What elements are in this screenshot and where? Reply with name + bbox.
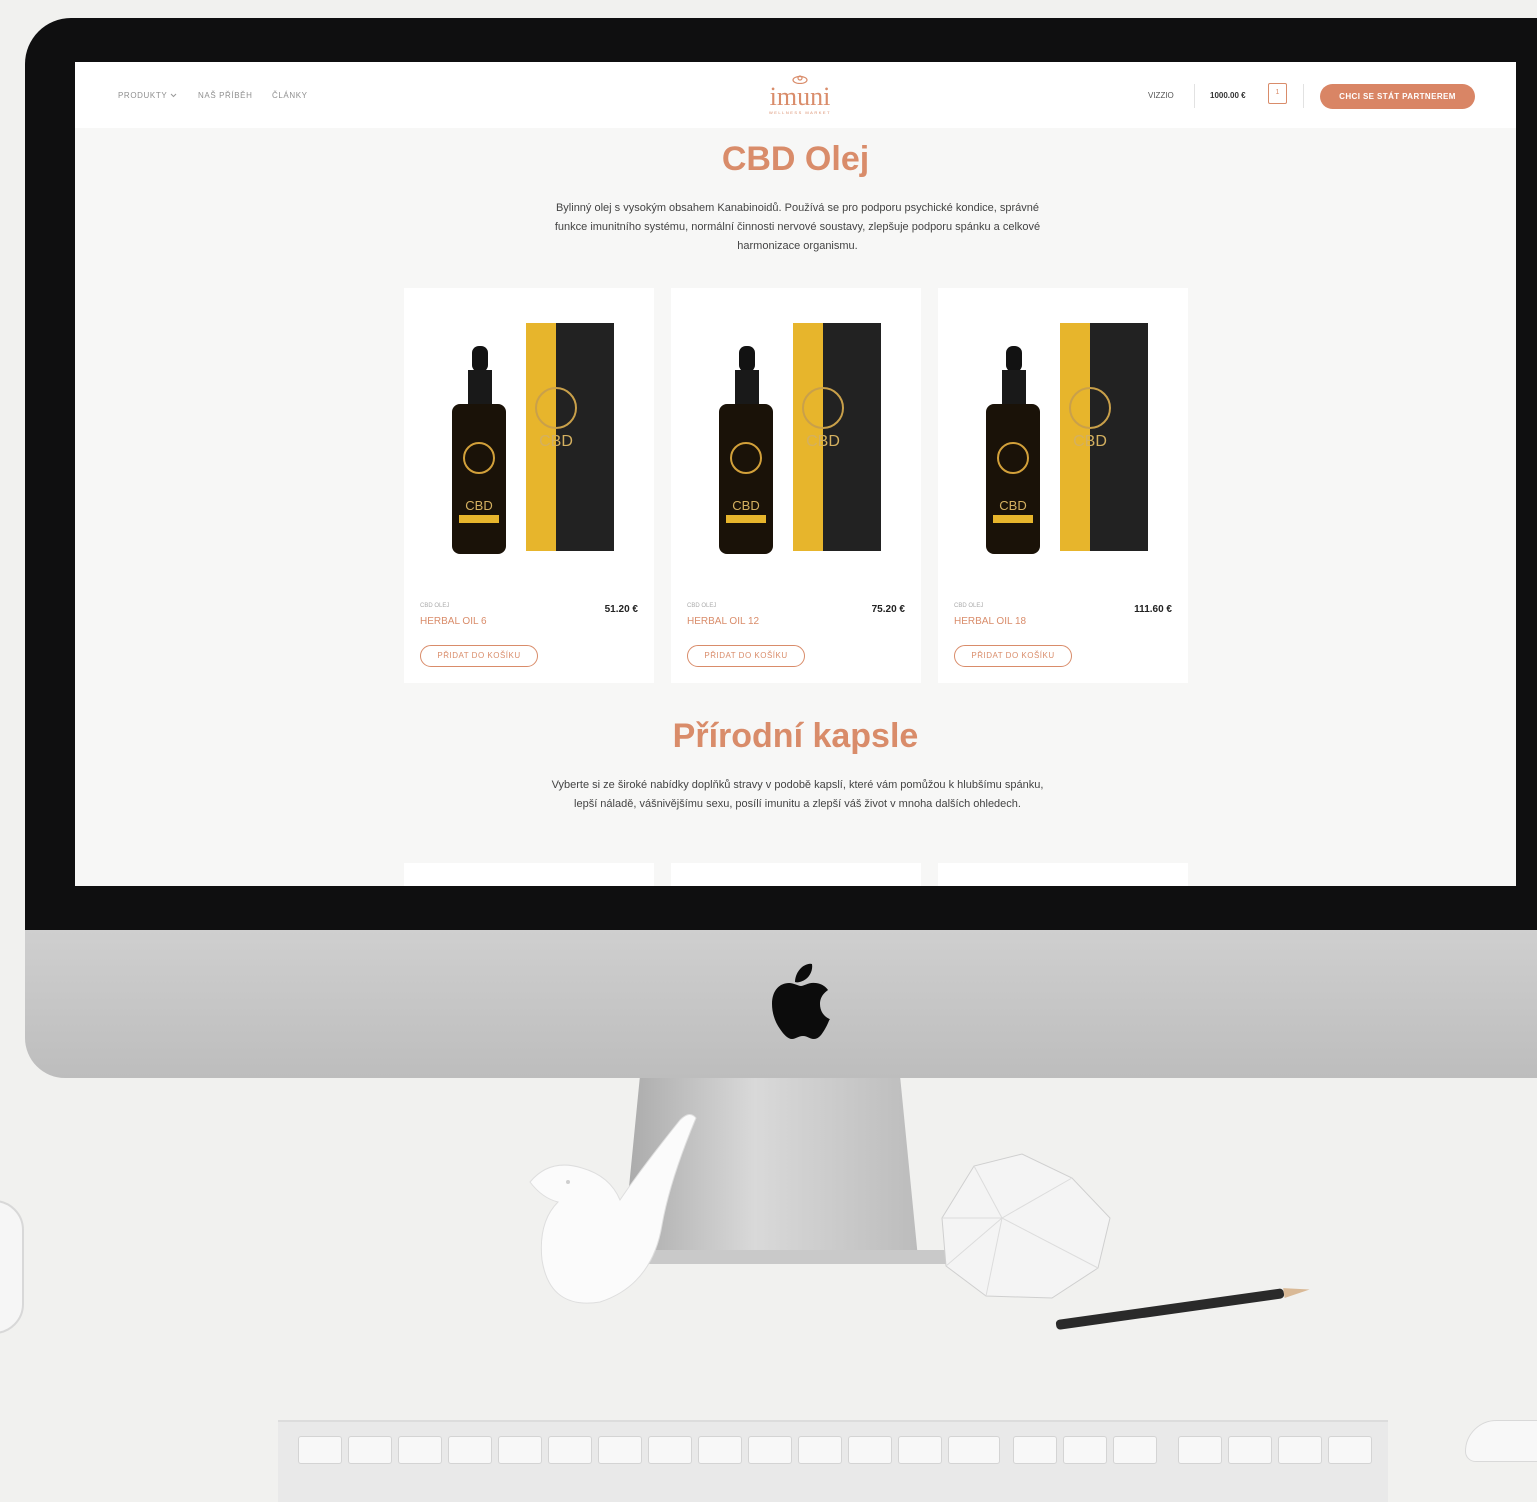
product-name[interactable]: HERBAL OIL 6 [420,616,487,627]
product-category: CBD OLEJ [954,603,984,609]
product-price: 111.60 € [1134,604,1172,615]
shopping-bag-icon[interactable]: 1 [1268,83,1287,104]
keyboard-key [548,1436,592,1464]
product-category: CBD OLEJ [687,603,717,609]
site-header: PRODUKTY NAŠ PŘÍBĚH ČLÁNKY imuni WELLNES… [75,62,1516,128]
mouse [1465,1420,1537,1462]
product-image: CBD CBD [986,323,1148,554]
product-card[interactable]: CBD CBD CBD OLEJ 75.20 € HERBAL OIL 12 P… [671,288,921,683]
keyboard-key [748,1436,792,1464]
svg-text:CBD: CBD [465,498,492,513]
svg-text:CBD: CBD [1073,433,1107,450]
keyboard-key [448,1436,492,1464]
svg-text:CBD: CBD [999,498,1026,513]
keyboard-key [798,1436,842,1464]
section-title-kapsle: Přírodní kapsle [672,717,919,755]
keyboard-key [948,1436,1000,1464]
keyboard-key [348,1436,392,1464]
nav-item-produkty[interactable]: PRODUKTY [118,91,177,100]
product-price: 51.20 € [604,604,638,615]
divider [1303,84,1304,108]
section-description-cbd: Bylinný olej s vysokým obsahem Kanabinoi… [554,202,1041,252]
keyboard-key [1063,1436,1107,1464]
cart-count: 1 [1275,89,1280,96]
become-partner-button[interactable]: CHCI SE STÁT PARTNEREM [1320,84,1475,109]
nav-item-nas-pribeh[interactable]: NAŠ PŘÍBĚH [198,91,252,100]
product-card[interactable] [671,863,921,886]
keyboard-key [1178,1436,1222,1464]
logo-tagline: WELLNESS MARKET [768,110,832,115]
product-card[interactable] [938,863,1188,886]
speaker-object [0,1200,24,1334]
product-name[interactable]: HERBAL OIL 12 [687,616,759,627]
apple-logo-icon [772,963,830,1039]
add-to-cart-button[interactable]: PŘIDAT DO KOŠÍKU [954,645,1072,667]
logo-word: imuni [769,82,831,111]
site-logo[interactable]: imuni WELLNESS MARKET [755,74,845,115]
section-description-kapsle: Vyberte si ze široké nabídky doplňků str… [551,779,1044,810]
svg-text:CBD: CBD [806,433,840,450]
add-to-cart-button[interactable]: PŘIDAT DO KOŠÍKU [420,645,538,667]
add-to-cart-button[interactable]: PŘIDAT DO KOŠÍKU [687,645,805,667]
nav-item-clanky[interactable]: ČLÁNKY [272,91,308,100]
cart-total[interactable]: 1000.00 € [1210,91,1246,100]
keyboard-key [698,1436,742,1464]
bird-figurine [529,1114,697,1304]
keyboard-key [598,1436,642,1464]
keyboard-key [498,1436,542,1464]
product-name[interactable]: HERBAL OIL 18 [954,616,1026,627]
keyboard-key [1328,1436,1372,1464]
product-card[interactable]: CBD CBD CBD OLEJ 111.60 € HERBAL OIL 18 … [938,288,1188,683]
svg-text:CBD: CBD [539,433,573,450]
account-link[interactable]: VIZZIO [1148,91,1174,100]
product-category: CBD OLEJ [420,603,450,609]
keyboard [278,1420,1388,1502]
screen: PRODUKTY NAŠ PŘÍBĚH ČLÁNKY imuni WELLNES… [75,62,1516,886]
divider [1194,84,1195,108]
keyboard-key [298,1436,342,1464]
keyboard-key [398,1436,442,1464]
svg-text:CBD: CBD [732,498,759,513]
keyboard-key [1013,1436,1057,1464]
keyboard-key [848,1436,892,1464]
section-title-cbd: CBD Olej [721,140,870,178]
keyboard-key [1228,1436,1272,1464]
pencil [1055,1288,1310,1330]
nav-label: PRODUKTY [118,91,168,100]
product-card[interactable]: CBD CBD CBD OLEJ 51.20 € HERBAL OIL 6 PŘ… [404,288,654,683]
product-card[interactable] [404,863,654,886]
keyboard-key [898,1436,942,1464]
keyboard-key [1278,1436,1322,1464]
keyboard-key [1113,1436,1157,1464]
keyboard-key [648,1436,692,1464]
chevron-down-icon [170,93,177,98]
product-price: 75.20 € [871,604,905,615]
product-image: CBD CBD [452,323,614,554]
product-image: CBD CBD [719,323,881,554]
